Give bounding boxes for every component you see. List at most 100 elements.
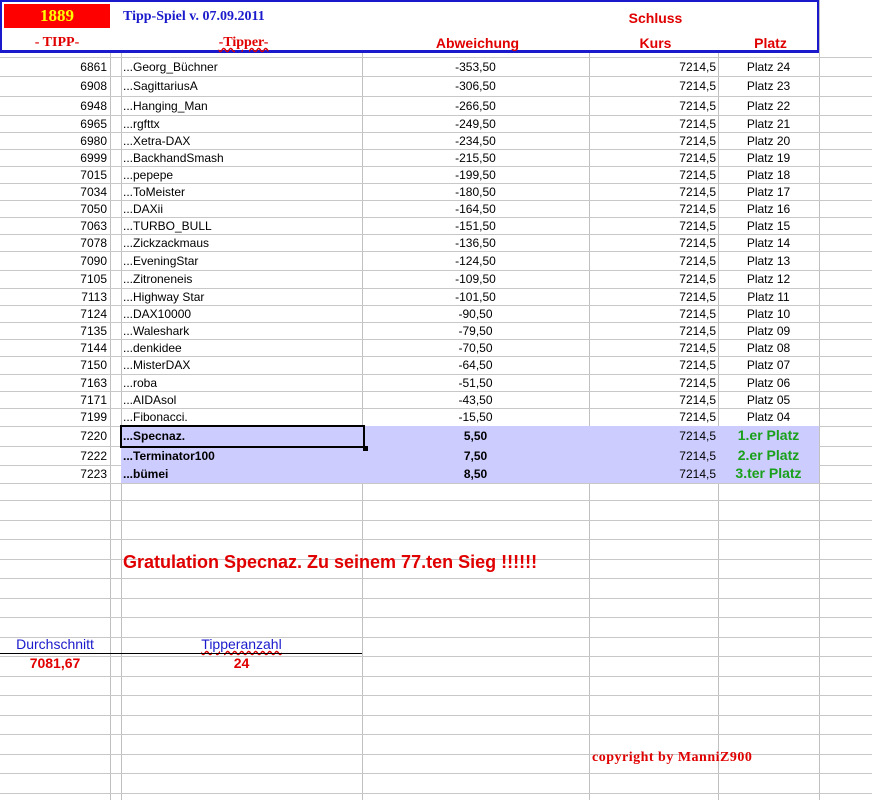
- tipp-cell[interactable]: 7223: [0, 468, 107, 480]
- tipper-cell[interactable]: ...DAX10000: [123, 308, 191, 320]
- tipper-cell[interactable]: ...bümei: [123, 468, 168, 480]
- platz-cell[interactable]: Platz 19: [718, 152, 819, 164]
- tipper-cell[interactable]: ...TURBO_BULL: [123, 220, 212, 232]
- kurs-cell[interactable]: 7214,5: [589, 468, 716, 480]
- platz-cell[interactable]: Platz 12: [718, 273, 819, 285]
- platz-cell[interactable]: Platz 07: [718, 359, 819, 371]
- kurs-cell[interactable]: 7214,5: [589, 450, 716, 462]
- tipp-cell[interactable]: 6980: [0, 135, 107, 147]
- abweichung-cell[interactable]: -180,50: [362, 186, 589, 198]
- platz-cell[interactable]: Platz 23: [718, 80, 819, 92]
- kurs-cell[interactable]: 7214,5: [589, 430, 716, 442]
- tipper-cell[interactable]: ...DAXii: [123, 203, 163, 215]
- tipper-cell[interactable]: ...Waleshark: [123, 325, 189, 337]
- tipper-cell[interactable]: ...Zitroneneis: [123, 273, 192, 285]
- selected-cell[interactable]: [120, 425, 368, 451]
- abweichung-cell[interactable]: -101,50: [362, 291, 589, 303]
- platz-cell[interactable]: Platz 04: [718, 411, 819, 423]
- tipper-cell[interactable]: ...pepepe: [123, 169, 173, 181]
- platz-cell[interactable]: Platz 24: [718, 61, 819, 73]
- kurs-cell[interactable]: 7214,5: [589, 61, 716, 73]
- tipper-cell[interactable]: ...Georg_Büchner: [123, 61, 218, 73]
- tipp-cell[interactable]: 7199: [0, 411, 107, 423]
- tipper-cell[interactable]: ...SagittariusA: [123, 80, 198, 92]
- kurs-cell[interactable]: 7214,5: [589, 203, 716, 215]
- abweichung-header[interactable]: Abweichung: [364, 35, 591, 51]
- abweichung-cell[interactable]: -353,50: [362, 61, 589, 73]
- tipper-cell[interactable]: ...Terminator100: [123, 450, 215, 462]
- platz-cell[interactable]: Platz 10: [718, 308, 819, 320]
- tipp-cell[interactable]: 7113: [0, 291, 107, 303]
- count-label[interactable]: Tipperanzahl: [201, 636, 281, 652]
- tipper-cell[interactable]: ...Hanging_Man: [123, 100, 208, 112]
- platz-cell[interactable]: Platz 20: [718, 135, 819, 147]
- year-cell[interactable]: 1889: [4, 4, 110, 28]
- abweichung-cell[interactable]: -51,50: [362, 377, 589, 389]
- kurs-cell[interactable]: 7214,5: [589, 255, 716, 267]
- abweichung-cell[interactable]: -164,50: [362, 203, 589, 215]
- tipp-cell[interactable]: 7078: [0, 237, 107, 249]
- kurs-header[interactable]: Kurs: [591, 35, 720, 51]
- tipp-cell[interactable]: 7144: [0, 342, 107, 354]
- abweichung-cell[interactable]: -64,50: [362, 359, 589, 371]
- tipper-header[interactable]: -Tipper-: [219, 35, 269, 50]
- tipp-cell[interactable]: 7050: [0, 203, 107, 215]
- tipper-cell[interactable]: ...EveningStar: [123, 255, 198, 267]
- tipp-cell[interactable]: 7163: [0, 377, 107, 389]
- tipper-cell[interactable]: ...AIDAsol: [123, 394, 176, 406]
- kurs-cell[interactable]: 7214,5: [589, 118, 716, 130]
- abweichung-cell[interactable]: -70,50: [362, 342, 589, 354]
- platz-cell[interactable]: Platz 22: [718, 100, 819, 112]
- platz-cell[interactable]: Platz 16: [718, 203, 819, 215]
- platz-header[interactable]: Platz: [720, 35, 821, 51]
- tipp-cell[interactable]: 7015: [0, 169, 107, 181]
- average-value[interactable]: 7081,67: [0, 656, 110, 670]
- tipp-cell[interactable]: 7150: [0, 359, 107, 371]
- kurs-cell[interactable]: 7214,5: [589, 377, 716, 389]
- kurs-cell[interactable]: 7214,5: [589, 394, 716, 406]
- kurs-cell[interactable]: 7214,5: [589, 273, 716, 285]
- abweichung-cell[interactable]: 7,50: [362, 450, 589, 462]
- tipper-cell[interactable]: ...denkidee: [123, 342, 182, 354]
- platz-cell[interactable]: Platz 11: [718, 291, 819, 303]
- abweichung-cell[interactable]: -79,50: [362, 325, 589, 337]
- platz-cell[interactable]: Platz 06: [718, 377, 819, 389]
- tipp-cell[interactable]: 6861: [0, 61, 107, 73]
- kurs-cell[interactable]: 7214,5: [589, 359, 716, 371]
- tipp-cell[interactable]: 7090: [0, 255, 107, 267]
- kurs-cell[interactable]: 7214,5: [589, 342, 716, 354]
- platz-cell[interactable]: Platz 21: [718, 118, 819, 130]
- platz-cell[interactable]: 2.er Platz: [718, 448, 819, 462]
- abweichung-cell[interactable]: -306,50: [362, 80, 589, 92]
- kurs-cell[interactable]: 7214,5: [589, 80, 716, 92]
- tipp-cell[interactable]: 7105: [0, 273, 107, 285]
- kurs-cell[interactable]: 7214,5: [589, 135, 716, 147]
- average-label[interactable]: Durchschnitt: [0, 637, 110, 651]
- tipper-cell[interactable]: ...MisterDAX: [123, 359, 190, 371]
- platz-cell[interactable]: Platz 05: [718, 394, 819, 406]
- schluss-header[interactable]: Schluss: [591, 10, 720, 26]
- abweichung-cell[interactable]: -266,50: [362, 100, 589, 112]
- abweichung-cell[interactable]: 8,50: [362, 468, 589, 480]
- kurs-cell[interactable]: 7214,5: [589, 220, 716, 232]
- tipp-cell[interactable]: 7034: [0, 186, 107, 198]
- tipper-cell[interactable]: ...Zickzackmaus: [123, 237, 209, 249]
- abweichung-cell[interactable]: -136,50: [362, 237, 589, 249]
- tipper-cell[interactable]: ...rgfttx: [123, 118, 160, 130]
- tipp-cell[interactable]: 7063: [0, 220, 107, 232]
- kurs-cell[interactable]: 7214,5: [589, 237, 716, 249]
- abweichung-cell[interactable]: -199,50: [362, 169, 589, 181]
- platz-cell[interactable]: Platz 09: [718, 325, 819, 337]
- platz-cell[interactable]: Platz 08: [718, 342, 819, 354]
- abweichung-cell[interactable]: -15,50: [362, 411, 589, 423]
- copyright-text[interactable]: copyright by ManniZ900: [592, 751, 752, 765]
- title-cell[interactable]: Tipp-Spiel v. 07.09.2011: [123, 10, 265, 24]
- tipper-cell[interactable]: ...ToMeister: [123, 186, 185, 198]
- congrats-text[interactable]: Gratulation Specnaz. Zu seinem 77.ten Si…: [123, 553, 537, 571]
- abweichung-cell[interactable]: -215,50: [362, 152, 589, 164]
- tipp-cell[interactable]: 6948: [0, 100, 107, 112]
- abweichung-cell[interactable]: -249,50: [362, 118, 589, 130]
- platz-cell[interactable]: 3.ter Platz: [718, 466, 819, 480]
- abweichung-cell[interactable]: -43,50: [362, 394, 589, 406]
- platz-cell[interactable]: Platz 14: [718, 237, 819, 249]
